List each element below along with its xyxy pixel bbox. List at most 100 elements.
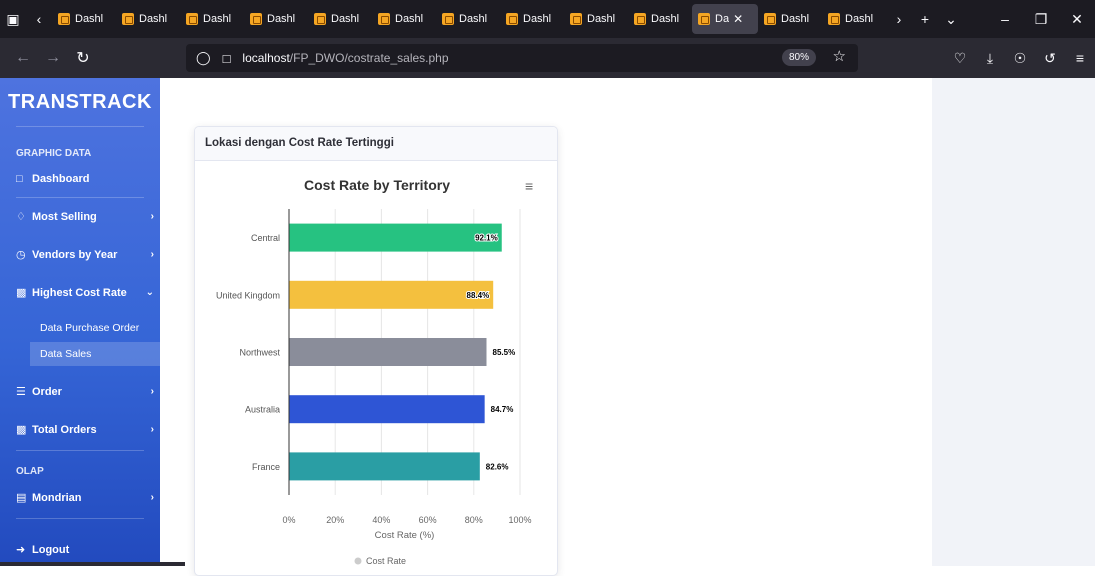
url-text[interactable]: localhost/FP_DWO/costrate_sales.php — [242, 51, 448, 65]
zoom-badge[interactable]: 80% — [781, 49, 816, 66]
tab-close-icon[interactable]: ✕ — [733, 12, 743, 26]
data-label: 85.5% — [493, 348, 516, 357]
status-strip — [0, 562, 185, 566]
xampp-favicon-icon — [58, 13, 70, 25]
browser-tab[interactable]: Dashl — [822, 4, 886, 34]
sidebar-divider — [16, 518, 144, 519]
x-tick-label: 80% — [465, 515, 483, 525]
page-icon: □ — [222, 50, 231, 66]
address-bar[interactable]: ◯ □ localhost/FP_DWO/costrate_sales.php … — [186, 44, 858, 72]
legend-label: Cost Rate — [366, 556, 406, 566]
xampp-favicon-icon — [314, 13, 326, 25]
browser-tab-bar: ▣ ‹ Dashl Dashl Dashl Dashl Dashl Dashl Dashl D… — [0, 0, 1095, 38]
sidebar-subitem-data-purchase-order[interactable]: Data Purchase Order — [40, 322, 139, 334]
xampp-favicon-icon — [570, 13, 582, 25]
logout-icon: ➜ — [16, 544, 26, 556]
tab-label: Dashl — [331, 13, 360, 25]
browser-tab[interactable]: Dashl — [628, 4, 692, 34]
shield-icon[interactable]: ◯ — [196, 50, 211, 66]
sidebar-item-mondrian[interactable]: ▤ Mondrian › — [16, 491, 154, 505]
restore-icon[interactable]: ❐ — [1023, 11, 1059, 28]
sidebar-item-vendors-by-year[interactable]: ◷ Vendors by Year › — [16, 248, 154, 262]
sidebar-item-label: Mondrian — [32, 491, 82, 504]
tab-scroll-right-icon[interactable]: › — [886, 11, 912, 27]
pocket-icon[interactable]: ♡ — [945, 50, 975, 67]
browser-nav-bar: ← → ↻ ◯ □ localhost/FP_DWO/costrate_sale… — [0, 38, 1095, 78]
database-icon: ▤ — [16, 492, 27, 504]
sidebar-item-dashboard[interactable]: □ Dashboard — [16, 173, 154, 185]
sidebar-item-highest-cost-rate[interactable]: ▩ Highest Cost Rate ⌄ — [16, 286, 154, 300]
download-icon[interactable]: ⤓ — [975, 50, 1005, 67]
clock-icon: ◷ — [16, 249, 26, 261]
sidebar-subitem-data-sales[interactable]: Data Sales — [40, 348, 91, 360]
extensions-icon[interactable]: ↺ — [1035, 50, 1065, 67]
chart-svg: 0% 20% 40% 60% 80% 100% Central 92.1% United Kin… — [216, 209, 532, 566]
browser-tab[interactable]: Dashl — [564, 4, 628, 34]
browser-tab[interactable]: Dashl — [116, 4, 180, 34]
browser-tab[interactable]: Dashl — [500, 4, 564, 34]
data-label: 92.1% — [475, 234, 498, 243]
bar — [289, 338, 487, 366]
app-menu-icon[interactable]: ≡ — [1065, 50, 1095, 66]
sidebar-item-label: Order — [32, 385, 62, 398]
browser-tab[interactable]: Dashl — [436, 4, 500, 34]
sidebar-item-logout[interactable]: ➜ Logout — [16, 543, 154, 557]
bar — [289, 223, 502, 252]
sidebar-divider — [16, 450, 144, 451]
tab-label: Dashl — [781, 13, 810, 25]
sidebar-divider — [16, 126, 144, 127]
url-path: /FP_DWO/costrate_sales.php — [289, 51, 449, 65]
bar — [289, 395, 485, 424]
xampp-favicon-icon — [634, 13, 646, 25]
sidebar-item-label: Highest Cost Rate — [32, 286, 127, 299]
brand-logo[interactable]: TRANSTRACK — [0, 91, 160, 114]
xampp-favicon-icon — [250, 13, 262, 25]
tab-strip: Dashl Dashl Dashl Dashl Dashl Dashl Dashl Dashl… — [52, 4, 886, 34]
tab-label: Dashl — [267, 13, 296, 25]
browser-tab[interactable]: Dashl — [758, 4, 822, 34]
account-icon[interactable]: ☉ — [1005, 50, 1035, 67]
category-label: Australia — [245, 405, 280, 415]
browser-tab[interactable]: Da ✕ — [692, 4, 758, 34]
tab-overview-icon[interactable]: ▣ — [0, 11, 26, 28]
minimize-icon[interactable]: – — [987, 11, 1023, 27]
money-icon: ▩ — [16, 424, 27, 436]
legend-marker — [354, 557, 362, 565]
sidebar: TRANSTRACK GRAPHIC DATA □ Dashboard ♢ Mo… — [0, 78, 160, 566]
x-tick-label: 60% — [419, 515, 437, 525]
sidebar-divider — [16, 197, 144, 198]
tab-label: Dashl — [395, 13, 424, 25]
browser-tab[interactable]: Dashl — [372, 4, 436, 34]
x-axis-title: Cost Rate (%) — [375, 530, 435, 541]
tab-label: Dashl — [587, 13, 616, 25]
sidebar-item-label: Total Orders — [32, 423, 97, 436]
reload-icon[interactable]: ↻ — [68, 48, 98, 68]
sidebar-item-most-selling[interactable]: ♢ Most Selling › — [16, 210, 154, 224]
tab-label: Dashl — [459, 13, 488, 25]
sidebar-item-label: Logout — [32, 543, 70, 556]
sidebar-item-order[interactable]: ☰ Order › — [16, 385, 154, 399]
toolbar-right: ♡ ⤓ ☉ ↺ ≡ — [945, 38, 1095, 78]
bookmark-star-icon[interactable]: ☆ — [833, 47, 846, 65]
browser-tab[interactable]: Dashl — [180, 4, 244, 34]
browser-tab[interactable]: Dashl — [244, 4, 308, 34]
xampp-favicon-icon — [186, 13, 198, 25]
tab-label: Da — [715, 13, 730, 25]
data-label: 84.7% — [491, 405, 514, 414]
sidebar-item-total-orders[interactable]: ▩ Total Orders › — [16, 423, 154, 437]
tab-list-chevron-icon[interactable]: ⌄ — [938, 11, 964, 28]
back-arrow-icon[interactable]: ← — [8, 49, 38, 67]
xampp-favicon-icon — [828, 13, 840, 25]
tab-scroll-left-icon[interactable]: ‹ — [26, 11, 52, 27]
close-window-icon[interactable]: ✕ — [1059, 11, 1095, 28]
browser-tab[interactable]: Dashl — [308, 4, 372, 34]
new-tab-icon[interactable]: + — [912, 11, 938, 27]
forward-arrow-icon[interactable]: → — [38, 49, 68, 67]
x-tick-label: 0% — [282, 515, 295, 525]
right-empty-pane — [932, 78, 1095, 566]
tab-label: Dashl — [845, 13, 874, 25]
url-host: localhost — [242, 51, 290, 65]
browser-tab[interactable]: Dashl — [52, 4, 116, 34]
x-tick-label: 20% — [326, 515, 344, 525]
category-label: United Kingdom — [216, 290, 280, 300]
